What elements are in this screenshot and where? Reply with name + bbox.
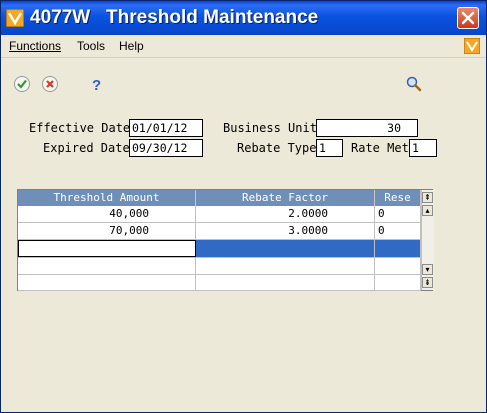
menu-functions-label: Functions: [9, 39, 62, 53]
scroll-down-button[interactable]: ▾: [422, 264, 433, 275]
empty-row[interactable]: [18, 274, 421, 291]
empty-cell[interactable]: [196, 258, 375, 274]
empty-cell[interactable]: [18, 258, 196, 274]
rate-met-label: Rate Met: [351, 141, 409, 155]
new-entry-row[interactable]: [18, 240, 421, 258]
rebate-factor-cell[interactable]: 3.0000: [196, 223, 375, 239]
cancel-x-icon[interactable]: [41, 75, 59, 93]
menu-tools-label: Tools: [77, 39, 106, 53]
menu-help-label: Help: [119, 39, 144, 53]
search-magnifier-icon[interactable]: [405, 75, 423, 93]
rese-selected-cell[interactable]: [375, 240, 421, 257]
rate-met-field[interactable]: 1: [409, 139, 437, 157]
close-button[interactable]: [457, 7, 479, 29]
close-icon: [461, 11, 475, 25]
window: 4077W Threshold Maintenance Functions To…: [0, 0, 487, 413]
menu-bar: Functions Tools Help: [1, 35, 486, 58]
table-row[interactable]: 70,000 3.0000 0: [18, 223, 421, 240]
threshold-grid: Threshold Amount Rebate Factor Rese 40,0…: [17, 189, 434, 291]
empty-cell[interactable]: [375, 274, 421, 290]
column-header-threshold-amount[interactable]: Threshold Amount: [18, 190, 196, 206]
scroll-top-button[interactable]: ⇞: [422, 192, 433, 203]
menu-logo-icon: [464, 38, 480, 54]
menu-tools[interactable]: Tools: [77, 39, 105, 53]
empty-row[interactable]: [18, 258, 421, 275]
rebate-factor-cell[interactable]: 2.0000: [196, 206, 375, 222]
empty-cell[interactable]: [18, 274, 196, 290]
rebate-type-field[interactable]: 1: [316, 139, 343, 157]
menu-functions[interactable]: Functions: [9, 39, 61, 53]
svg-text:?: ?: [92, 77, 101, 93]
business-unit-field[interactable]: 30: [316, 119, 418, 137]
business-unit-label: Business Unit: [223, 121, 317, 135]
rese-cell[interactable]: 0: [375, 206, 421, 222]
table-row[interactable]: 40,000 2.0000 0: [18, 206, 421, 223]
grid-header: Threshold Amount Rebate Factor Rese: [18, 190, 421, 206]
column-header-rebate-factor[interactable]: Rebate Factor: [196, 190, 375, 206]
rese-cell[interactable]: 0: [375, 223, 421, 239]
effective-date-field[interactable]: 01/01/12: [129, 119, 203, 137]
scroll-bottom-button[interactable]: ⇟: [422, 277, 433, 288]
effective-date-label: Effective Date: [29, 121, 131, 135]
expired-date-label: Expired Date: [43, 141, 130, 155]
ok-check-icon[interactable]: [13, 75, 31, 93]
title-bar: 4077W Threshold Maintenance: [1, 1, 486, 35]
threshold-amount-cell[interactable]: 70,000: [18, 223, 196, 239]
app-icon: [6, 9, 24, 27]
threshold-amount-input[interactable]: [18, 240, 196, 257]
rebate-type-label: Rebate Type: [237, 141, 317, 155]
threshold-amount-cell[interactable]: 40,000: [18, 206, 196, 222]
menu-help[interactable]: Help: [119, 39, 144, 53]
window-title: 4077W Threshold Maintenance: [30, 7, 319, 28]
rebate-factor-selected-cell[interactable]: [196, 240, 375, 257]
scroll-up-button[interactable]: ▴: [422, 205, 433, 216]
empty-cell[interactable]: [375, 258, 421, 274]
help-question-icon[interactable]: ?: [87, 75, 105, 93]
column-header-rese[interactable]: Rese: [375, 190, 421, 206]
grid-vertical-scrollbar[interactable]: ⇞ ▴ ▾ ⇟: [421, 190, 434, 290]
expired-date-field[interactable]: 09/30/12: [129, 139, 203, 157]
empty-cell[interactable]: [196, 274, 375, 290]
